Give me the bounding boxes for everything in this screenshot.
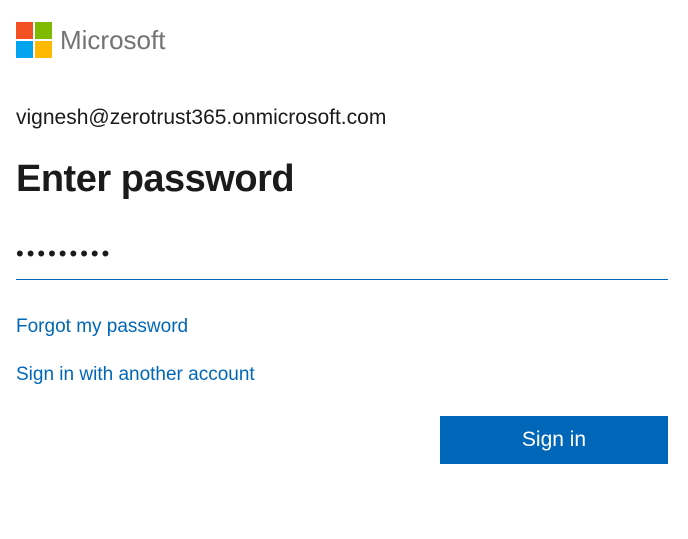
button-row: Sign in [16,416,668,464]
account-email: vignesh@zerotrust365.onmicrosoft.com [16,106,672,130]
password-input[interactable] [16,233,668,280]
forgot-password-link[interactable]: Forgot my password [16,316,188,338]
page-title: Enter password [16,158,672,201]
microsoft-logo-icon [16,22,52,58]
signin-button[interactable]: Sign in [440,416,668,464]
another-account-link[interactable]: Sign in with another account [16,364,255,386]
brand-header: Microsoft [16,22,672,58]
brand-name: Microsoft [60,25,165,56]
